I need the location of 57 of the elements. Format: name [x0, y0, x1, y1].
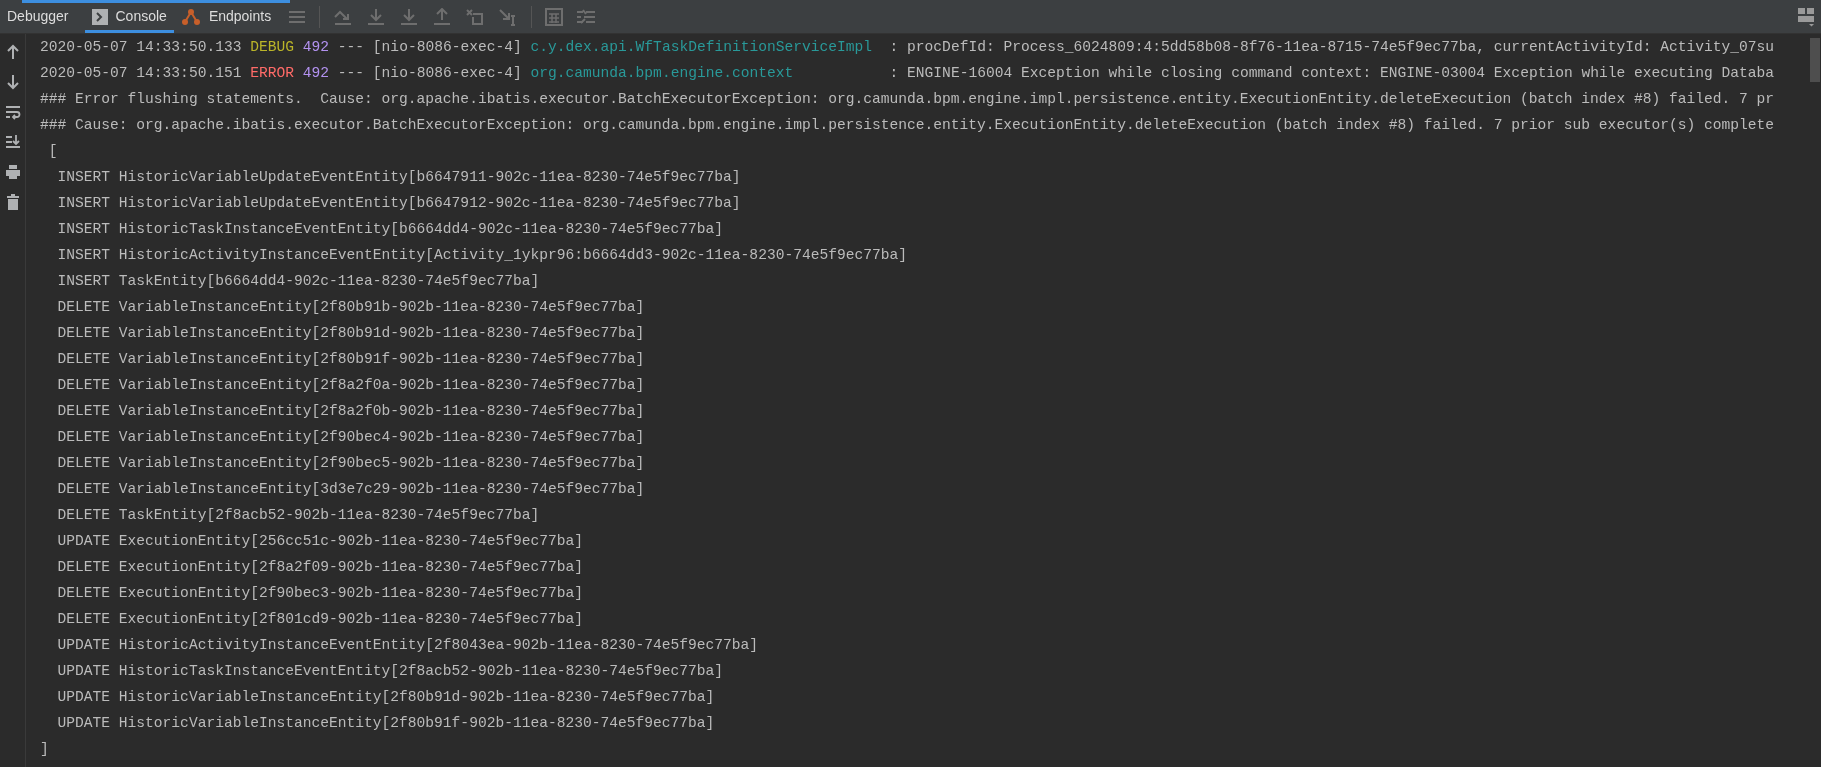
log-line: DELETE TaskEntity[2f8acb52-902b-11ea-8230-74e5f9ec77ba]: [56, 507, 540, 523]
menu-icon[interactable]: [288, 9, 307, 24]
log-line: UPDATE HistoricActivityInstanceEventEntity[2f8043ea-902b-11ea-8230-74e5f9ec77ba]: [56, 637, 759, 653]
logger-name: c.y.dex.api.WfTaskDefinitionServiceImpl: [530, 38, 874, 57]
log-line: DELETE VariableInstanceEntity[3d3e7c29-902b-11ea-8230-74e5f9ec77ba]: [56, 481, 645, 497]
log-line: DELETE VariableInstanceEntity[2f8a2f0b-902b-11ea-8230-74e5f9ec77ba]: [56, 403, 645, 419]
log-line: DELETE ExecutionEntity[2f8a2f09-902b-11ea-8230-74e5f9ec77ba]: [56, 559, 583, 575]
down-arrow-icon[interactable]: [5, 74, 20, 90]
log-line: INSERT TaskEntity[b6664dd4-902c-11ea-8230-74e5f9ec77ba]: [56, 273, 540, 289]
up-arrow-icon[interactable]: [5, 44, 20, 60]
log-line: UPDATE HistoricVariableInstanceEntity[2f80b91d-902b-11ea-8230-74e5f9ec77ba]: [56, 689, 715, 705]
thread-name: [nio-8086-exec-4]: [372, 39, 522, 55]
scroll-to-end-icon[interactable]: [4, 134, 21, 150]
endpoints-icon: [180, 7, 201, 26]
console-icon: [91, 8, 108, 25]
log-line: DELETE ExecutionEntity[2f90bec3-902b-11ea-8230-74e5f9ec77ba]: [56, 585, 583, 601]
force-step-into-icon[interactable]: [399, 7, 420, 26]
log-timestamp: 2020-05-07 14:33:50.133: [40, 39, 242, 55]
trash-icon[interactable]: [5, 194, 20, 210]
logger-name: org.camunda.bpm.engine.context: [530, 64, 795, 83]
log-separator: ---: [337, 65, 365, 81]
log-line: INSERT HistoricTaskInstanceEventEntity[b6664dd4-902c-11ea-8230-74e5f9ec77ba]: [56, 221, 724, 237]
scrollbar-thumb[interactable]: [1810, 38, 1820, 82]
thread-name: [nio-8086-exec-4]: [372, 65, 522, 81]
log-line: DELETE VariableInstanceEntity[2f80b91f-902b-11ea-8230-74e5f9ec77ba]: [56, 351, 645, 367]
log-message: : procDefId: Process_6024809:4:5dd58b08-8f76-11ea-8715-74e5f9ec77ba, currentActivityId: Activity_07su: [889, 39, 1775, 55]
log-line: DELETE VariableInstanceEntity[2f8a2f0a-902b-11ea-8230-74e5f9ec77ba]: [56, 377, 645, 393]
log-level: DEBUG: [250, 39, 294, 55]
print-icon[interactable]: [4, 164, 21, 180]
process-id: 492: [302, 65, 330, 81]
calculator-icon[interactable]: [545, 7, 564, 26]
log-line: ### Cause: org.apache.ibatis.executor.BatchExecutorException: org.camunda.bpm.engine.impl.persistence.entity.ExecutionEntity.deleteExecution (batch index #8) failed. 7 prior sub executor(s) complete: [40, 117, 1775, 133]
log-message: : ENGINE-16004 Exception while closing command context: ENGINE-03004 Exception while executing Databa: [889, 65, 1775, 81]
log-timestamp: 2020-05-07 14:33:50.151: [40, 65, 242, 81]
log-line: [: [47, 143, 58, 159]
process-id: 492: [302, 39, 330, 55]
log-separator: ---: [337, 39, 365, 55]
step-out-icon[interactable]: [432, 7, 453, 26]
log-line: DELETE VariableInstanceEntity[2f90bec4-902b-11ea-8230-74e5f9ec77ba]: [56, 429, 645, 445]
layout-icon[interactable]: [1797, 6, 1815, 27]
log-line: DELETE VariableInstanceEntity[2f90bec5-902b-11ea-8230-74e5f9ec77ba]: [56, 455, 645, 471]
log-line: DELETE ExecutionEntity[2f801cd9-902b-11ea-8230-74e5f9ec77ba]: [56, 611, 583, 627]
soft-wrap-icon[interactable]: [4, 104, 21, 120]
log-line: DELETE VariableInstanceEntity[2f80b91b-902b-11ea-8230-74e5f9ec77ba]: [56, 299, 645, 315]
log-line: INSERT HistoricVariableUpdateEventEntity[b6647912-902c-11ea-8230-74e5f9ec77ba]: [56, 195, 741, 211]
drop-frame-icon[interactable]: [465, 7, 486, 26]
log-line: INSERT HistoricVariableUpdateEventEntity[b6647911-902c-11ea-8230-74e5f9ec77ba]: [56, 169, 741, 185]
log-line: ### Error flushing statements. Cause: org.apache.ibatis.executor.BatchExecutorException: org.camunda.bpm.engine.impl.persistence.entity.ExecutionEntity.deleteExecution (batch index #8) failed. 7 pr: [40, 91, 1775, 107]
log-level: ERROR: [250, 65, 294, 81]
log-line: INSERT HistoricActivityInstanceEventEntity[Activity_1ykpr96:b6664dd3-902c-11ea-8230-74e5f9ec77ba]: [56, 247, 907, 263]
trace-icon[interactable]: [576, 8, 597, 25]
log-line: UPDATE HistoricTaskInstanceEventEntity[2f8acb52-902b-11ea-8230-74e5f9ec77ba]: [56, 663, 724, 679]
log-line: ]: [40, 741, 49, 757]
log-line: DELETE VariableInstanceEntity[2f80b91d-902b-11ea-8230-74e5f9ec77ba]: [56, 325, 645, 341]
log-line: UPDATE ExecutionEntity[256cc51c-902b-11ea-8230-74e5f9ec77ba]: [56, 533, 583, 549]
log-line: UPDATE HistoricVariableInstanceEntity[2f80b91f-902b-11ea-8230-74e5f9ec77ba]: [56, 715, 715, 731]
step-into-icon[interactable]: [366, 7, 387, 26]
